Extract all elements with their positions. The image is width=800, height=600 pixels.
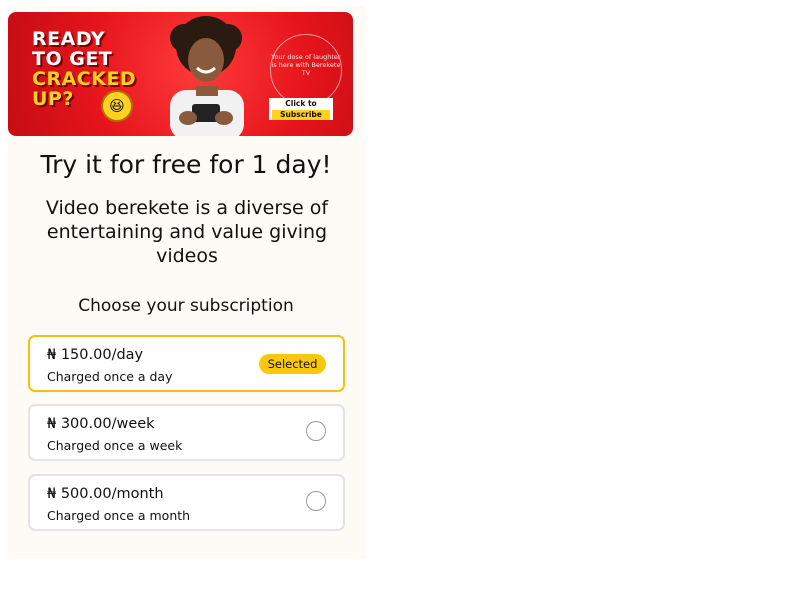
cta-line2: Subscribe	[272, 110, 330, 120]
description-text: Video berekete is a diverse of entertain…	[45, 197, 329, 267]
plan-billing-note: Charged once a month	[47, 508, 191, 523]
cta-line1: Click to	[285, 99, 317, 108]
banner-headline: READY TO GET CRACKED UP?	[32, 29, 162, 109]
plan-radio-icon[interactable]	[306, 421, 326, 441]
plan-price: ₦ 500.00/month	[47, 486, 164, 502]
banner-headline-line2: TO GET	[32, 48, 113, 70]
click-to-subscribe-button[interactable]: Click to Subscribe	[269, 98, 333, 120]
banner-headline-line1: READY	[32, 28, 105, 50]
person-with-phone-image	[170, 16, 244, 136]
plan-price: ₦ 300.00/week	[47, 416, 155, 432]
laughing-emoji-icon: 😆	[101, 90, 133, 122]
choose-subscription-label: Choose your subscription	[78, 296, 294, 316]
plan-radio-icon[interactable]	[306, 491, 326, 511]
plan-monthly-option[interactable]: ₦ 500.00/month Charged once a month	[28, 474, 345, 531]
selected-badge: Selected	[259, 354, 326, 374]
plan-billing-note: Charged once a week	[47, 438, 183, 453]
plan-weekly-option[interactable]: ₦ 300.00/week Charged once a week	[28, 404, 345, 461]
promo-banner[interactable]: READY TO GET CRACKED UP? 😆 Your dose of …	[8, 12, 353, 136]
banner-headline-line4: UP?	[32, 88, 74, 110]
plan-billing-note: Charged once a day	[47, 369, 173, 384]
banner-tagline: Your dose of laughter is here with Berek…	[270, 34, 342, 106]
page-title: Try it for free for 1 day!	[40, 150, 332, 179]
plan-daily-option[interactable]: ₦ 150.00/day Charged once a day Selected	[28, 335, 345, 392]
plan-price: ₦ 150.00/day	[47, 347, 144, 363]
banner-headline-line3: CRACKED	[32, 68, 137, 90]
